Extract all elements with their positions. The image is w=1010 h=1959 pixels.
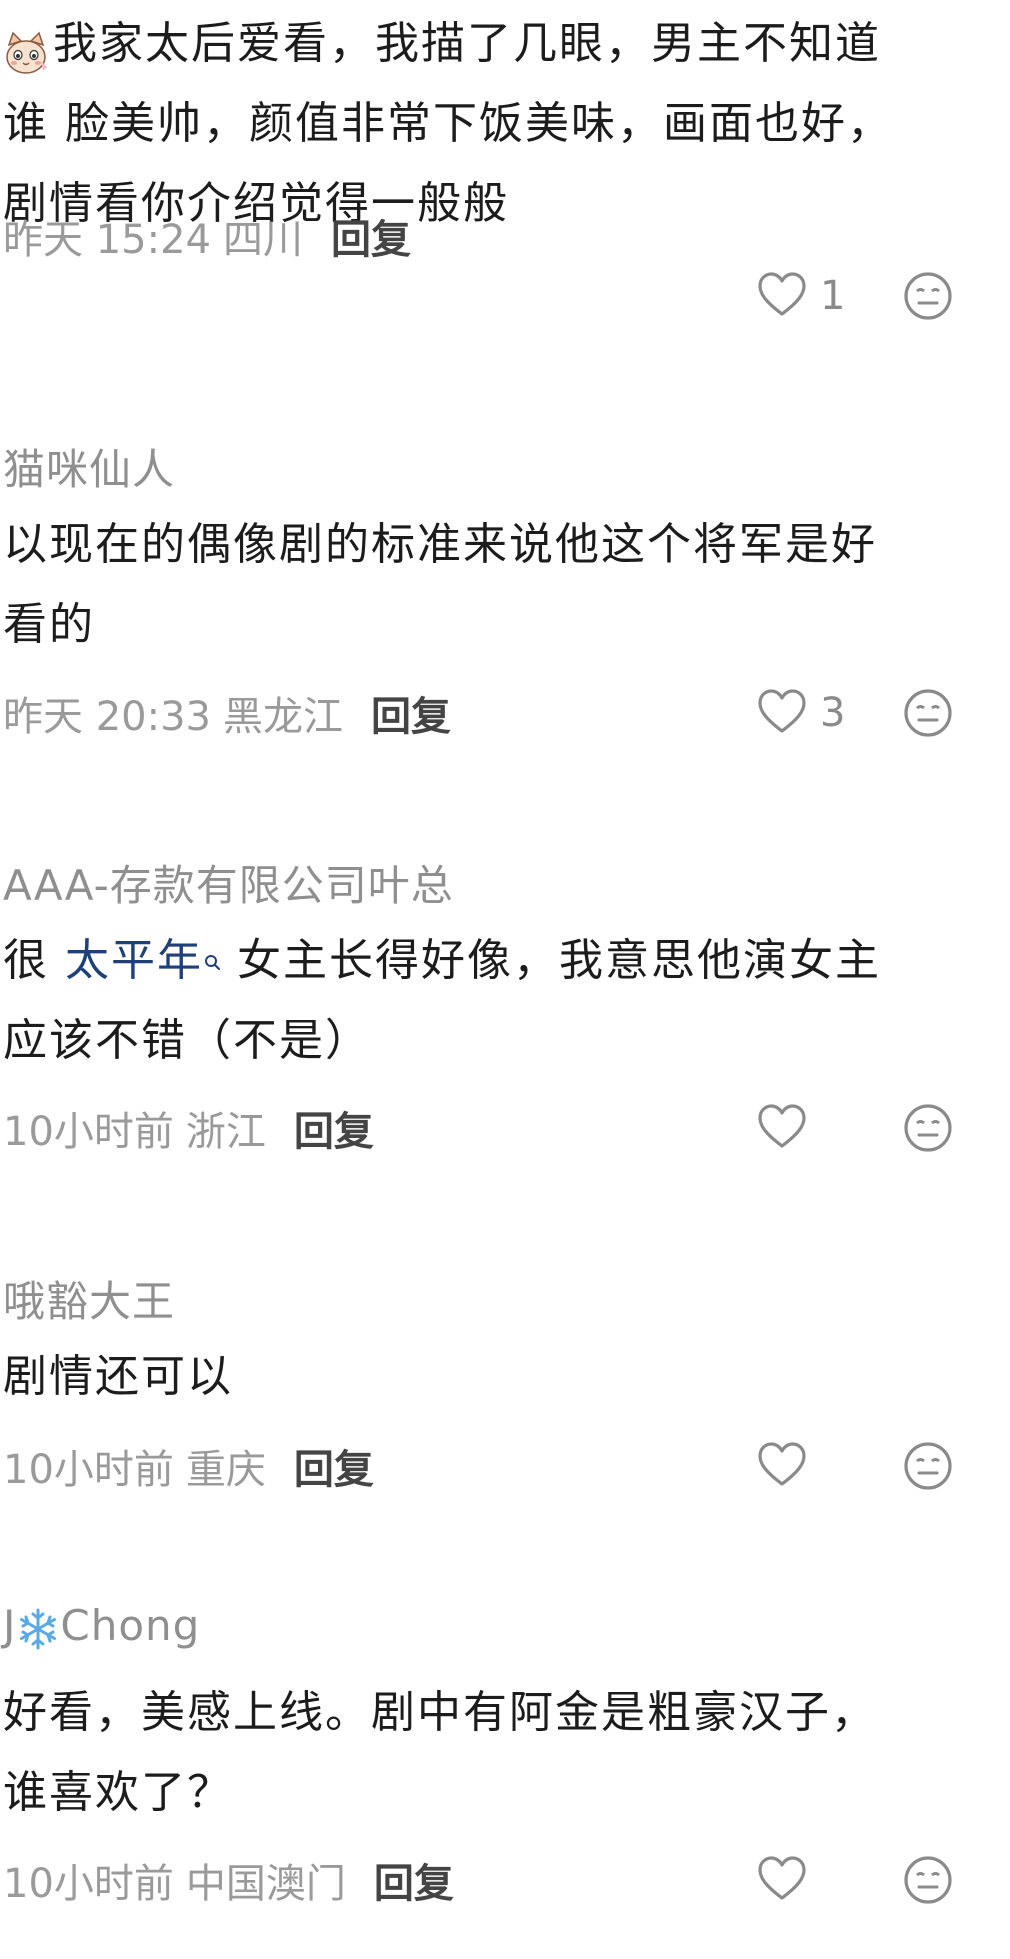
comment-location: 四川 [223, 217, 303, 263]
comment-location: 中国澳门 [185, 1861, 346, 1907]
comment-location: 浙江 [185, 1109, 266, 1155]
snowflake-emoji-icon [16, 1607, 60, 1651]
comment-username[interactable]: AAA-存款有限公司叶总 [3, 852, 454, 913]
comment-text-segment: 很 [3, 935, 65, 986]
comment-text-line: 很 太平年 女主长得好像，我意思他演女主 [3, 921, 963, 1001]
dislike-button[interactable] [902, 270, 954, 322]
heart-outline-icon [756, 1854, 808, 1906]
like-count: 1 [820, 273, 846, 319]
username-segment: Chong [60, 1601, 201, 1650]
reply-button[interactable]: 回复 [371, 684, 451, 742]
meh-face-icon [902, 689, 954, 743]
reply-button[interactable]: 回复 [294, 1437, 374, 1495]
comment-meta: 10小时前 中国澳门 回复 [3, 1850, 454, 1910]
comment-location: 黑龙江 [223, 694, 343, 740]
meh-face-icon [902, 1104, 954, 1158]
comment-time: 10小时前 [3, 1861, 174, 1907]
meh-face-icon [902, 1856, 954, 1910]
comment-text-segment: 女主长得好像，我意思他演女主 [221, 935, 881, 986]
comment-time: 昨天 20:33 [3, 694, 211, 740]
comment-meta: 10小时前 重庆 回复 [3, 1436, 374, 1496]
heart-outline-icon [756, 1440, 808, 1492]
dislike-button[interactable] [902, 1440, 954, 1492]
comment-text-line: 以现在的偶像剧的标准来说他这个将军是好 [3, 519, 877, 570]
heart-outline-icon [756, 1102, 808, 1154]
comment-time: 10小时前 [3, 1447, 174, 1493]
comment-time: 10小时前 [3, 1109, 174, 1155]
heart-outline-icon [756, 687, 808, 739]
comment-text: 剧情还可以 [3, 1337, 963, 1417]
comment-text: 很 太平年 女主长得好像，我意思他演女主 应该不错（不是） [3, 921, 963, 1081]
reply-button[interactable]: 回复 [331, 207, 411, 265]
comment-text-line: 剧情还可以 [3, 1351, 233, 1402]
meh-face-icon [902, 1442, 954, 1496]
dislike-button[interactable] [902, 687, 954, 739]
like-button[interactable] [756, 1098, 820, 1158]
comment-meta: 昨天 20:33 黑龙江 回复 [3, 683, 451, 743]
comment-text: 好看，美感上线。剧中有阿金是粗豪汉子， 谁喜欢了？ [3, 1673, 963, 1833]
topic-link[interactable]: 太平年 [65, 935, 203, 986]
username-segment: J [3, 1601, 17, 1650]
comment-text: 以现在的偶像剧的标准来说他这个将军是好 看的 [3, 505, 963, 665]
dislike-button[interactable] [902, 1854, 954, 1906]
comment-location: 重庆 [185, 1447, 266, 1493]
like-button[interactable] [756, 1850, 820, 1910]
dislike-button[interactable] [902, 1102, 954, 1154]
comment-time: 昨天 15:24 [3, 217, 211, 263]
meh-face-icon [902, 272, 954, 326]
comment-username[interactable]: J Chong [3, 1601, 200, 1651]
heart-outline-icon [756, 270, 808, 322]
comment-text-line: 谁 脸美帅，颜值非常下饭美味，画面也好， [3, 98, 893, 149]
comment-meta: 昨天 15:24 四川 回复 [3, 206, 411, 266]
comment-username[interactable]: 哦豁大王 [3, 1268, 175, 1329]
cat-face-emoji-icon [3, 23, 49, 74]
search-icon[interactable] [203, 925, 221, 970]
like-button[interactable] [756, 1436, 820, 1496]
comment-meta: 10小时前 浙江 回复 [3, 1098, 374, 1158]
comment-text-line: 应该不错（不是） [3, 1015, 371, 1066]
comment-text-line: 谁喜欢了？ [3, 1767, 233, 1818]
like-button[interactable]: 1 [756, 266, 845, 326]
reply-button[interactable]: 回复 [294, 1099, 374, 1157]
like-button[interactable]: 3 [756, 683, 845, 743]
comment-text-line: 我家太后爱看，我描了几眼，男主不知道 [3, 4, 963, 84]
reply-button[interactable]: 回复 [374, 1851, 454, 1909]
like-count: 3 [820, 690, 846, 736]
comment-text-line: 好看，美感上线。剧中有阿金是粗豪汉子， [3, 1687, 877, 1738]
comment-text-line: 看的 [3, 599, 95, 650]
comment-username[interactable]: 猫咪仙人 [3, 436, 175, 497]
